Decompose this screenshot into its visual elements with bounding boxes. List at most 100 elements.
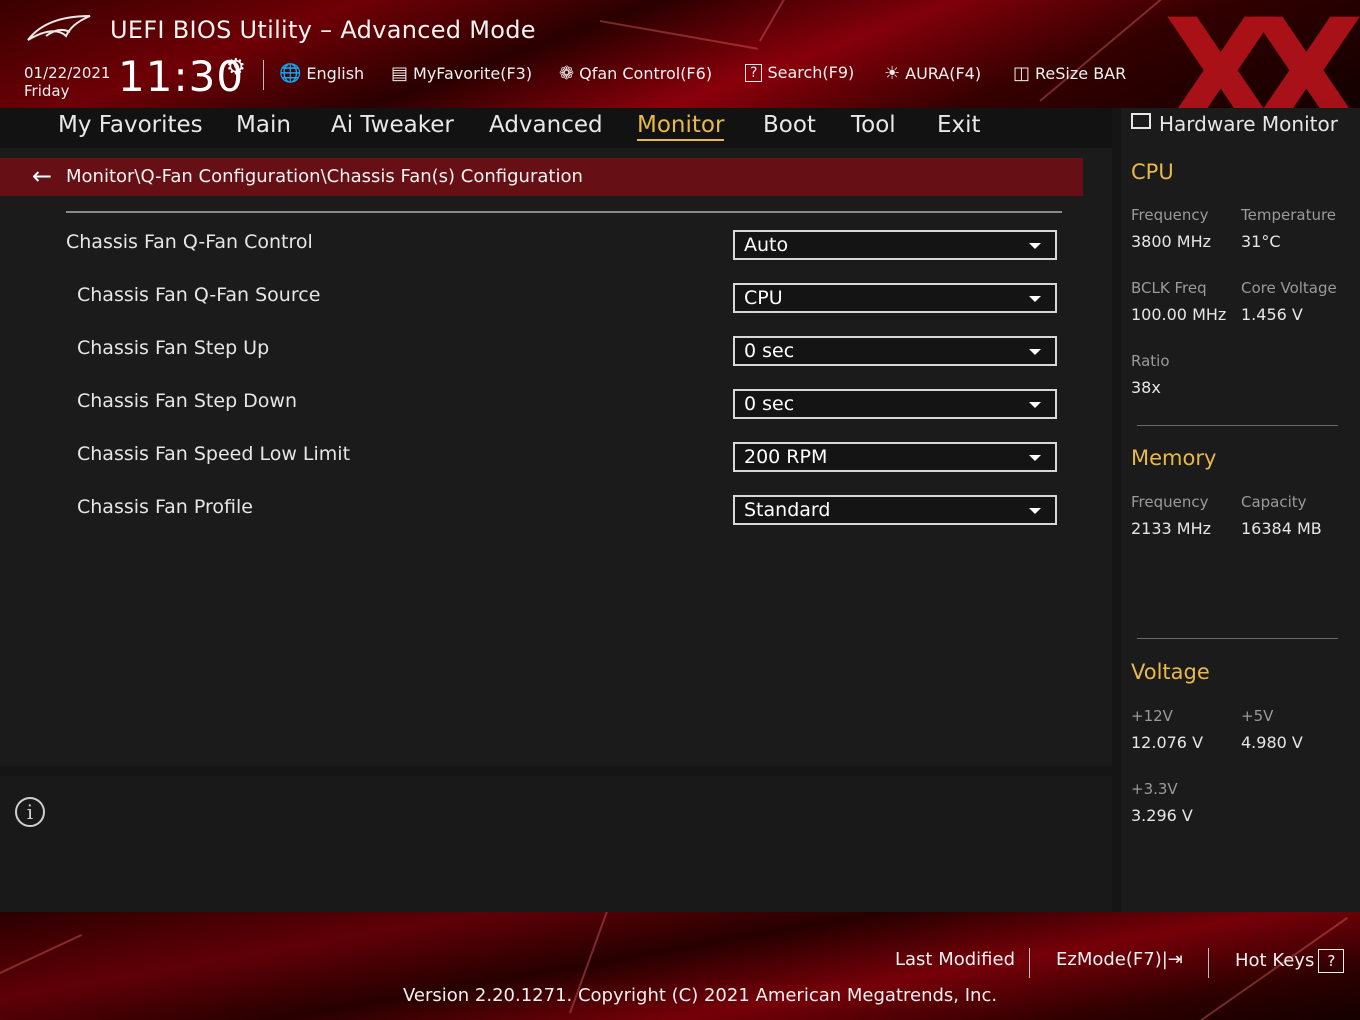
rog-logo-icon bbox=[27, 15, 91, 41]
memory-frequency-label: Frequency bbox=[1131, 493, 1209, 511]
step-up-value: 0 sec bbox=[744, 340, 795, 362]
help-info-panel: i bbox=[0, 776, 1112, 912]
breadcrumb: ← Monitor\Q-Fan Configuration\Chassis Fa… bbox=[0, 158, 1083, 196]
qfan-control-label: Qfan Control(F6) bbox=[579, 64, 713, 83]
version-text: Version 2.20.1271. Copyright (C) 2021 Am… bbox=[403, 985, 998, 1006]
header-divider bbox=[263, 60, 264, 90]
setting-label-qfan-control: Chassis Fan Q-Fan Control bbox=[66, 231, 313, 253]
section-divider bbox=[1137, 425, 1338, 426]
step-down-value: 0 sec bbox=[744, 393, 795, 415]
fan-icon: ❁ bbox=[559, 63, 575, 84]
v12-value: 12.076 V bbox=[1131, 733, 1204, 752]
tab-main[interactable]: Main bbox=[236, 112, 291, 138]
language-button[interactable]: 🌐 English bbox=[279, 63, 364, 84]
voltage-heading: Voltage bbox=[1131, 660, 1210, 684]
dropdown-caret-icon bbox=[1029, 243, 1041, 249]
cpu-heading: CPU bbox=[1131, 160, 1174, 184]
decorative-streak bbox=[599, 20, 758, 50]
globe-icon: 🌐 bbox=[279, 63, 302, 84]
exit-arrow-icon: ⇥ bbox=[1167, 949, 1183, 970]
v5-value: 4.980 V bbox=[1241, 733, 1303, 752]
memory-frequency-value: 2133 MHz bbox=[1131, 519, 1212, 538]
settings-panel: ← Monitor\Q-Fan Configuration\Chassis Fa… bbox=[0, 148, 1112, 766]
v33-value: 3.296 V bbox=[1131, 806, 1193, 825]
hot-keys-label: Hot Keys bbox=[1235, 950, 1315, 971]
search-help-icon: ? bbox=[745, 63, 763, 82]
qfan-control-select[interactable]: Auto bbox=[733, 230, 1057, 260]
ezmode-button[interactable]: EzMode(F7)|⇥ bbox=[1056, 949, 1183, 970]
decorative-streak bbox=[759, 0, 891, 42]
ratio-value: 38x bbox=[1131, 378, 1161, 397]
help-key-icon: ? bbox=[1318, 949, 1345, 973]
hot-keys-button[interactable]: Hot Keys? bbox=[1235, 949, 1345, 973]
resize-bar-button[interactable]: ◫ ReSize BAR bbox=[1013, 63, 1126, 84]
watermark-logo: XX bbox=[1163, 0, 1360, 108]
cpu-frequency-label: Frequency bbox=[1131, 206, 1209, 224]
app-title: UEFI BIOS Utility – Advanced Mode bbox=[110, 16, 536, 44]
tab-boot[interactable]: Boot bbox=[763, 112, 816, 138]
core-voltage-value: 1.456 V bbox=[1241, 305, 1303, 324]
dropdown-caret-icon bbox=[1029, 296, 1041, 302]
dropdown-caret-icon bbox=[1029, 455, 1041, 461]
myfavorite-label: MyFavorite(F3) bbox=[413, 64, 533, 83]
tab-advanced[interactable]: Advanced bbox=[489, 112, 603, 138]
hardware-monitor-panel: Hardware Monitor CPU Frequency Temperatu… bbox=[1121, 108, 1360, 912]
section-divider bbox=[1137, 638, 1338, 639]
last-modified-button[interactable]: Last Modified bbox=[895, 949, 1015, 970]
aura-label: AURA(F4) bbox=[905, 64, 982, 83]
memory-heading: Memory bbox=[1131, 446, 1217, 470]
setting-label-fan-profile: Chassis Fan Profile bbox=[77, 496, 253, 518]
language-label: English bbox=[306, 64, 365, 83]
footer-divider bbox=[1029, 948, 1030, 978]
memory-capacity-label: Capacity bbox=[1241, 493, 1307, 511]
v12-label: +12V bbox=[1131, 707, 1173, 725]
aura-light-icon: ☀ bbox=[884, 63, 901, 84]
myfavorite-button[interactable]: ▤ MyFavorite(F3) bbox=[391, 63, 532, 84]
tab-my-favorites[interactable]: My Favorites bbox=[58, 112, 203, 138]
section-divider bbox=[66, 211, 1062, 213]
fan-profile-value: Standard bbox=[744, 499, 831, 521]
fan-profile-select[interactable]: Standard bbox=[733, 495, 1057, 525]
dropdown-caret-icon bbox=[1029, 508, 1041, 514]
qfan-source-select[interactable]: CPU bbox=[733, 283, 1057, 313]
gear-icon[interactable]: ⚙ bbox=[226, 55, 246, 80]
search-button[interactable]: ? Search(F9) bbox=[745, 63, 854, 82]
aura-button[interactable]: ☀ AURA(F4) bbox=[884, 63, 981, 84]
ratio-label: Ratio bbox=[1131, 352, 1170, 370]
main-tab-bar: My Favorites Main Ai Tweaker Advanced Mo… bbox=[0, 108, 1112, 148]
header-bar: UEFI BIOS Utility – Advanced Mode 01/22/… bbox=[0, 0, 1360, 108]
v5-label: +5V bbox=[1241, 707, 1274, 725]
date-display: 01/22/2021 bbox=[24, 64, 111, 82]
bclk-label: BCLK Freq bbox=[1131, 279, 1207, 297]
memory-capacity-value: 16384 MB bbox=[1241, 519, 1322, 538]
resize-bar-icon: ◫ bbox=[1013, 63, 1031, 84]
day-display: Friday bbox=[24, 82, 70, 100]
v33-label: +3.3V bbox=[1131, 780, 1178, 798]
setting-label-qfan-source: Chassis Fan Q-Fan Source bbox=[77, 284, 321, 306]
step-up-select[interactable]: 0 sec bbox=[733, 336, 1057, 366]
tab-exit[interactable]: Exit bbox=[937, 112, 981, 138]
tab-tool[interactable]: Tool bbox=[851, 112, 896, 138]
footer-bar: Last Modified EzMode(F7)|⇥ Hot Keys? Ver… bbox=[0, 912, 1360, 1020]
dropdown-caret-icon bbox=[1029, 349, 1041, 355]
favorites-list-icon: ▤ bbox=[391, 63, 409, 84]
tab-monitor[interactable]: Monitor bbox=[637, 112, 725, 141]
bclk-value: 100.00 MHz bbox=[1131, 305, 1227, 324]
back-arrow-icon[interactable]: ← bbox=[32, 162, 52, 190]
setting-label-speed-low-limit: Chassis Fan Speed Low Limit bbox=[77, 443, 351, 465]
cpu-temperature-value: 31°C bbox=[1241, 232, 1281, 251]
dropdown-caret-icon bbox=[1029, 402, 1041, 408]
step-down-select[interactable]: 0 sec bbox=[733, 389, 1057, 419]
footer-divider bbox=[1208, 948, 1209, 978]
decorative-streak bbox=[0, 934, 82, 974]
cpu-temperature-label: Temperature bbox=[1241, 206, 1337, 224]
cpu-frequency-value: 3800 MHz bbox=[1131, 232, 1212, 251]
qfan-control-value: Auto bbox=[744, 234, 789, 256]
tab-ai-tweaker[interactable]: Ai Tweaker bbox=[331, 112, 454, 138]
qfan-control-button[interactable]: ❁ Qfan Control(F6) bbox=[559, 63, 712, 84]
speed-low-limit-value: 200 RPM bbox=[744, 446, 828, 468]
resize-bar-label: ReSize BAR bbox=[1035, 64, 1127, 83]
speed-low-limit-select[interactable]: 200 RPM bbox=[733, 442, 1057, 472]
setting-label-step-down: Chassis Fan Step Down bbox=[77, 390, 298, 412]
core-voltage-label: Core Voltage bbox=[1241, 279, 1337, 297]
